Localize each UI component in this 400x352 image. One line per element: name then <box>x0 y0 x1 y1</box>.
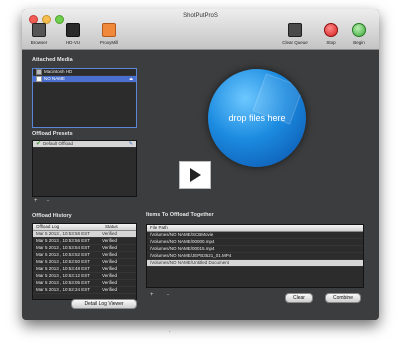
add-item-button[interactable]: + <box>150 292 154 298</box>
hd-vu-button[interactable]: HD-VU <box>56 23 90 45</box>
attached-media-title: Attached Media <box>32 57 73 63</box>
checkmark-icon: ✔ <box>36 141 42 147</box>
history-row[interactable]: Mar 5 2013 , 10:53:58 EST Verified <box>33 231 136 238</box>
film-icon <box>66 23 80 37</box>
browser-button[interactable]: Browser <box>22 23 56 45</box>
history-log-cell: Mar 5 2013 , 10:53:05 EST <box>36 280 91 285</box>
history-log-cell: Mar 5 2013 , 10:53:54 EST <box>36 245 91 250</box>
edit-pencil-icon[interactable]: ✎ <box>129 141 133 147</box>
clear-queue-label: Clear Queue <box>282 40 308 45</box>
attached-media-list[interactable]: Macintosh HD NO NAME ⏏ <box>32 68 137 128</box>
path-row[interactable]: /Volumes/NO NAME/Untitled Document <box>147 260 363 267</box>
proxymill-label: ProxyMill <box>99 40 119 45</box>
clear-button[interactable]: Clear <box>285 293 313 303</box>
history-row[interactable]: Mar 5 2013 , 10:53:50 EST Verified <box>33 259 136 266</box>
history-status-cell: Verified <box>102 266 118 271</box>
stop-icon <box>324 23 338 37</box>
path-row[interactable]: /Volumes/NO NAME/JEPB3521_01.MP4 <box>147 253 363 260</box>
history-row[interactable]: Mar 5 2013 , 10:53:56 EST Verified <box>33 238 136 245</box>
media-item-no-name[interactable]: NO NAME ⏏ <box>33 76 136 83</box>
window-title: ShotPutProS <box>183 13 218 19</box>
begin-label: Begin <box>353 40 365 45</box>
history-row[interactable]: Mar 5 2013 , 10:52:24 EST Verified <box>33 287 136 294</box>
caption-dot: . <box>169 328 171 334</box>
hd-vu-label: HD-VU <box>65 40 81 45</box>
media-item-label: NO NAME <box>44 76 66 81</box>
drive-icon <box>36 69 42 75</box>
offload-together-table[interactable]: File Path /Volumes/NO NAME/SCBMovie/Volu… <box>146 224 364 288</box>
drop-zone-text: drop files here <box>228 113 286 123</box>
offload-presets-list[interactable]: ✔ Default Offload ✎ <box>32 140 137 197</box>
offload-history-title: Offload History <box>32 213 72 219</box>
history-log-cell: Mar 5 2013 , 10:53:56 EST <box>36 238 91 243</box>
media-item-label: Macintosh HD <box>44 69 73 74</box>
clear-queue-icon <box>288 23 302 37</box>
history-log-cell: Mar 5 2013 , 10:53:58 EST <box>36 231 91 236</box>
proxymill-button[interactable]: ProxyMill <box>92 23 126 45</box>
col-offload-log[interactable]: Offload Log <box>36 224 105 230</box>
path-row[interactable]: /Volumes/NO NAME/SCBMovie <box>147 232 363 239</box>
path-rows: /Volumes/NO NAME/SCBMovie/Volumes/NO NAM… <box>147 232 363 267</box>
history-status-cell: Verified <box>102 245 118 250</box>
history-rows: Mar 5 2013 , 10:53:58 EST Verified Mar 5 2… <box>33 231 136 294</box>
history-status-cell: Verified <box>102 280 118 285</box>
title-toolbar: ShotPutProS Browser HD-VU ProxyMill Clea… <box>22 9 379 50</box>
begin-icon <box>352 23 366 37</box>
history-status-cell: Verified <box>102 273 118 278</box>
history-row[interactable]: Mar 5 2013 , 10:53:54 EST Verified <box>33 245 136 252</box>
detail-log-viewer-button[interactable]: Detail Log Viewer <box>71 299 137 309</box>
browser-label: Browser <box>30 40 48 45</box>
eject-icon[interactable]: ⏏ <box>129 76 133 82</box>
path-table-header[interactable]: File Path <box>147 225 363 232</box>
history-status-cell: Verified <box>102 259 118 264</box>
history-log-cell: Mar 5 2013 , 10:53:52 EST <box>36 252 91 257</box>
proxymill-icon <box>102 23 116 37</box>
remove-item-button[interactable]: - <box>167 292 169 298</box>
history-status-cell: Verified <box>102 231 118 236</box>
combine-button[interactable]: Combine <box>325 293 361 303</box>
app-window: ShotPutProS Browser HD-VU ProxyMill Clea… <box>22 9 379 320</box>
history-log-cell: Mar 5 2013 , 10:53:48 EST <box>36 266 91 271</box>
history-status-cell: Verified <box>102 238 118 243</box>
remove-preset-button[interactable]: - <box>47 198 49 204</box>
browser-icon <box>32 23 46 37</box>
history-table-header: Offload Log Status <box>33 224 136 231</box>
history-row[interactable]: Mar 5 2013 , 10:53:05 EST Verified <box>33 280 136 287</box>
drive-icon <box>36 76 42 82</box>
history-log-cell: Mar 5 2013 , 10:53:50 EST <box>36 259 91 264</box>
add-preset-button[interactable]: + <box>34 198 38 204</box>
preset-item-default[interactable]: ✔ Default Offload ✎ <box>33 141 136 148</box>
history-log-cell: Mar 5 2013 , 10:53:12 EST <box>36 273 91 278</box>
path-row[interactable]: /Volumes/NO NAME/00015.mp4 <box>147 246 363 253</box>
col-status[interactable]: Status <box>105 224 118 230</box>
offload-presets-title: Offload Presets <box>32 131 73 137</box>
media-item-macintosh-hd[interactable]: Macintosh HD <box>33 69 136 76</box>
history-status-cell: Verified <box>102 287 118 292</box>
drop-zone[interactable]: drop files here <box>208 69 306 167</box>
history-row[interactable]: Mar 5 2013 , 10:53:12 EST Verified <box>33 273 136 280</box>
play-icon <box>179 161 211 189</box>
path-row[interactable]: /Volumes/NO NAME/00000.mp4 <box>147 239 363 246</box>
history-status-cell: Verified <box>102 252 118 257</box>
history-row[interactable]: Mar 5 2013 , 10:53:52 EST Verified <box>33 252 136 259</box>
history-row[interactable]: Mar 5 2013 , 10:53:48 EST Verified <box>33 266 136 273</box>
history-log-cell: Mar 5 2013 , 10:52:24 EST <box>36 287 91 292</box>
offload-together-title: Items To Offload Together <box>146 212 214 218</box>
offload-history-table[interactable]: Offload Log Status Mar 5 2013 , 10:53:58… <box>32 223 137 300</box>
begin-button[interactable]: Begin <box>342 23 376 45</box>
preset-item-label: Default Offload <box>43 141 73 146</box>
clear-queue-button[interactable]: Clear Queue <box>278 23 312 45</box>
